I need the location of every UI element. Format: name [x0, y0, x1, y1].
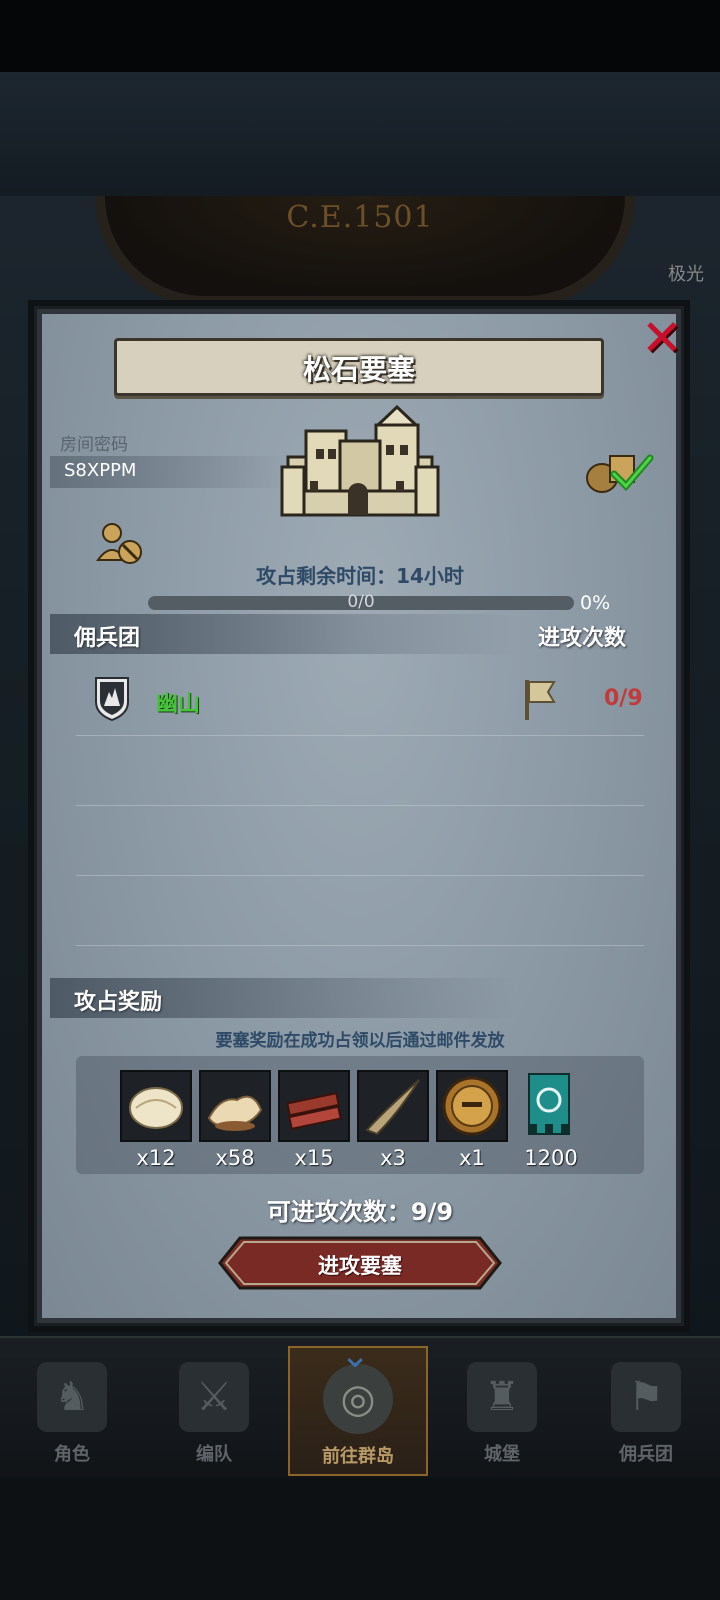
- formation-icon: ⚔: [179, 1362, 249, 1432]
- merc-name: 幽山: [156, 692, 201, 717]
- close-button[interactable]: ✕: [636, 312, 688, 364]
- chevron-down-icon: ⌄: [340, 1335, 371, 1376]
- capture-progress-value: 0/0: [347, 592, 375, 612]
- merc-attack-count: 0/9: [604, 686, 643, 711]
- reward-item[interactable]: 1200: [515, 1070, 587, 1170]
- attack-count-header: 进攻次数: [538, 626, 627, 651]
- room-code-value[interactable]: S8XPPM: [64, 460, 136, 481]
- attack-button-label: 进攻要塞: [318, 1254, 402, 1278]
- reward-count: 1200: [524, 1146, 578, 1170]
- top-band: [0, 72, 720, 196]
- reward-item[interactable]: x3: [357, 1070, 429, 1170]
- reward-count: x58: [215, 1146, 255, 1170]
- merc-section-label: 佣兵团: [74, 626, 141, 651]
- fur-pelt-icon: [129, 1087, 183, 1129]
- wood-planks-icon: [286, 1091, 342, 1131]
- reward-count: x15: [294, 1146, 334, 1170]
- reward-claimed-icon[interactable]: [584, 448, 654, 496]
- row-divider: [76, 805, 644, 806]
- reward-count: x12: [136, 1146, 176, 1170]
- row-divider: [76, 945, 644, 946]
- reward-note: 要塞奖励在成功占领以后通过邮件发放: [215, 1031, 505, 1051]
- flag-icon: [525, 680, 556, 720]
- reward-slot: [436, 1070, 508, 1142]
- nav-item-role[interactable]: ♞ 角色: [2, 1346, 142, 1476]
- reward-slot: [120, 1070, 192, 1142]
- reward-item[interactable]: x15: [278, 1070, 350, 1170]
- horn-icon: [365, 1079, 420, 1136]
- nav-item-formation[interactable]: ⚔ 编队: [144, 1346, 284, 1476]
- bottom-band: [0, 1478, 720, 1600]
- capture-time-remaining: 攻占剩余时间：14小时: [256, 564, 464, 588]
- nav-item-mercenary[interactable]: ⚑ 佣兵团: [576, 1346, 716, 1476]
- helmet-medal-icon: [442, 1076, 502, 1136]
- castle-icon: ♜: [467, 1362, 537, 1432]
- nav-item-castle[interactable]: ♜ 城堡: [432, 1346, 572, 1476]
- row-divider: [76, 735, 644, 736]
- fortress-castle-icon: [280, 405, 440, 517]
- reward-count: x3: [380, 1146, 406, 1170]
- reward-section-label: 攻占奖励: [74, 990, 163, 1015]
- capture-progress-percent: 0%: [580, 592, 611, 614]
- nav-label: 编队: [196, 1444, 232, 1465]
- guild-banner-icon: [528, 1073, 570, 1135]
- close-x-icon: ✕: [641, 309, 683, 367]
- dialog-title: 松石要塞: [302, 353, 415, 386]
- knight-icon: ♞: [37, 1362, 107, 1432]
- reward-count: x1: [459, 1146, 485, 1170]
- mercenary-icon: ⚑: [611, 1362, 681, 1432]
- room-code-label: 房间密码: [60, 435, 128, 455]
- wool-hide-icon: [207, 1095, 263, 1131]
- reward-slot: [357, 1070, 429, 1142]
- row-divider: [76, 875, 644, 876]
- nav-label: 前往群岛: [322, 1446, 394, 1467]
- nav-label: 城堡: [484, 1444, 520, 1465]
- nav-label: 角色: [54, 1444, 90, 1465]
- reward-item[interactable]: x1: [436, 1070, 508, 1170]
- available-attack-count: 可进攻次数：9/9: [266, 1198, 454, 1226]
- reward-slot: [515, 1070, 587, 1142]
- nav-label: 佣兵团: [619, 1444, 673, 1465]
- shield-emblem-icon: [95, 677, 129, 722]
- reward-slot: [199, 1070, 271, 1142]
- reward-item[interactable]: x12: [120, 1070, 192, 1170]
- status-bar: [0, 0, 720, 72]
- reward-slot: [278, 1070, 350, 1142]
- reward-item[interactable]: x58: [199, 1070, 271, 1170]
